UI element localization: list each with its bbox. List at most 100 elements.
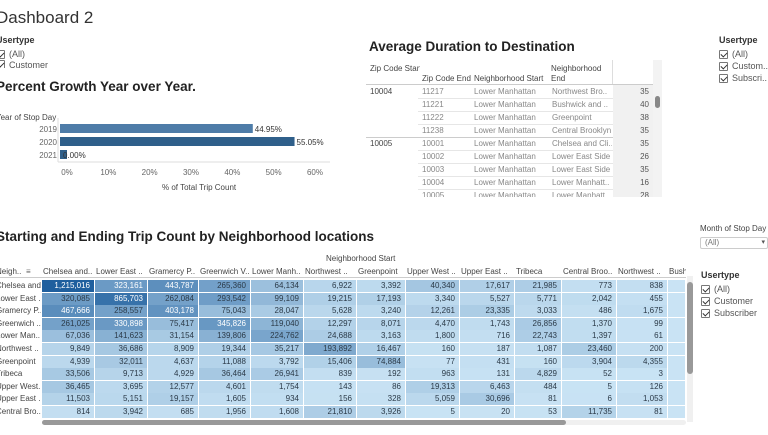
horizontal-scrollbar[interactable] <box>42 420 686 425</box>
heatmap-cell <box>668 355 685 368</box>
heatmap-cell: 3,695 <box>95 380 147 393</box>
heatmap-column-header: Upper East .. <box>461 267 508 276</box>
heatmap-cell <box>668 380 685 393</box>
usertype-filter-bottom: Usertype (All) Customer Subscriber <box>701 270 757 319</box>
heatmap-cell: 9,849 <box>42 343 94 355</box>
checkbox-icon[interactable] <box>701 284 710 294</box>
month-select[interactable]: (All) ▾ <box>700 237 768 249</box>
filter-option-customer[interactable]: Customer <box>0 60 48 68</box>
month-filter: Month of Stop Day (All) ▾ <box>700 224 768 249</box>
heatmap-cell: 19,344 <box>199 343 250 355</box>
bar-value-label: 0.00% <box>63 151 86 160</box>
heatmap-cell: 1,956 <box>199 406 250 418</box>
heatmap-cell <box>668 317 685 330</box>
heatmap-cell: 2,042 <box>562 292 616 305</box>
heatmap-column-header: Lower Manh.. <box>252 267 301 276</box>
filter-option-all[interactable]: (All) <box>701 283 757 295</box>
heatmap-title: Starting and Ending Trip Count by Neighb… <box>0 229 374 244</box>
scrollbar-thumb[interactable] <box>687 282 693 374</box>
heatmap-cell: 20 <box>460 406 514 418</box>
header-zip-start: Zip Code Start <box>370 64 420 73</box>
checkbox-icon[interactable] <box>719 73 728 83</box>
heatmap-cell: 24,688 <box>304 330 356 343</box>
heatmap-cell <box>668 280 685 292</box>
heatmap-row-label: Gramercy P.. <box>0 306 41 316</box>
heatmap-cell: 200 <box>617 343 667 355</box>
filter-option-all[interactable]: (All) <box>0 48 48 60</box>
heatmap-cell: 187 <box>460 343 514 355</box>
heatmap-column-header: Upper West .. <box>407 267 456 276</box>
heatmap-cell: 99 <box>617 317 667 330</box>
growth-bar <box>60 124 253 133</box>
heatmap-row-label: Upper West.. <box>0 381 41 391</box>
checkbox-icon[interactable] <box>0 60 5 68</box>
neighborhood-end-cell: Bushwick and .. <box>552 100 609 109</box>
sort-icon[interactable]: ≡ <box>26 267 31 276</box>
heatmap-cell: 12,261 <box>406 305 459 318</box>
heatmap-cell: 6 <box>562 393 616 406</box>
heatmap-row-label: Lower Man.. <box>0 331 41 341</box>
neighborhood-start-cell: Lower Manhattan <box>474 113 536 122</box>
filter-option-subscriber[interactable]: Subscri.. <box>719 72 768 84</box>
heatmap-cell: 3,033 <box>515 305 561 318</box>
heatmap-cell: 36,465 <box>42 380 94 393</box>
heatmap-cell: 838 <box>617 280 667 292</box>
checkbox-icon[interactable] <box>701 296 710 306</box>
bar-value-label: 55.05% <box>297 138 324 147</box>
heatmap-cell: 61 <box>617 330 667 343</box>
heatmap-cell: 11,735 <box>562 406 616 418</box>
avg-duration-cell: 35 <box>613 163 653 176</box>
filter-title: Usertype <box>719 35 758 45</box>
heatmap-cell: 23,460 <box>562 343 616 355</box>
heatmap-cell: 1,215,016 <box>42 280 94 292</box>
vertical-scrollbar[interactable] <box>687 276 693 422</box>
table-row: 10004 Lower Manhattan Lower Manhatt.. 16 <box>366 176 654 189</box>
heatmap-cell: 28,047 <box>251 305 303 318</box>
heatmap-cell: 33,506 <box>42 368 94 381</box>
heatmap-cell: 40,340 <box>406 280 459 292</box>
scrollbar-thumb[interactable] <box>655 96 660 108</box>
month-filter-title: Month of Stop Day <box>700 224 767 233</box>
heatmap-cell: 486 <box>562 305 616 318</box>
filter-option-customer[interactable]: Customer <box>701 295 757 307</box>
heatmap-cell: 1,605 <box>199 393 250 406</box>
heatmap-cell: 431 <box>460 355 514 368</box>
heatmap-cell: 52 <box>562 368 616 381</box>
neighborhood-start-cell: Lower Manhattan <box>474 165 536 174</box>
heatmap-cell: 3,392 <box>357 280 405 292</box>
heatmap-column-header: Northwest .. <box>305 267 348 276</box>
checkbox-icon[interactable] <box>719 49 728 59</box>
filter-option-subscriber[interactable]: Subscriber <box>701 307 757 319</box>
checkbox-icon[interactable] <box>701 308 710 318</box>
heatmap-cell: 141,623 <box>95 330 147 343</box>
heatmap-cell: 1,754 <box>251 380 303 393</box>
heatmap-cell: 261,025 <box>42 317 94 330</box>
chevron-down-icon[interactable]: ▾ <box>761 238 765 248</box>
heatmap-cell: 865,703 <box>95 292 147 305</box>
vertical-scrollbar[interactable] <box>653 60 662 197</box>
x-tick-label: 0% <box>61 168 73 177</box>
heatmap-cell: 443,787 <box>148 280 198 292</box>
heatmap-cell: 5,151 <box>95 393 147 406</box>
filter-option-all[interactable]: (All) <box>719 48 768 60</box>
header-zip-end: Zip Code End <box>422 74 471 83</box>
filter-option-customer[interactable]: Custom.. <box>719 60 768 72</box>
x-tick-label: 40% <box>224 168 240 177</box>
table-row: 10004 11217 Lower Manhattan Northwest Bro..… <box>366 85 654 98</box>
growth-chart-xlabel: % of Total Trip Count <box>162 183 237 192</box>
table-row: 11221 Lower Manhattan Bushwick and .. 40 <box>366 98 654 111</box>
heatmap-cell: 143 <box>304 380 356 393</box>
filter-title: Usertype <box>701 270 740 280</box>
scrollbar-thumb[interactable] <box>42 420 566 425</box>
heatmap-cell: 258,557 <box>95 305 147 318</box>
heatmap-row-label: Central Bro.. <box>0 407 41 416</box>
heatmap-cell: 77 <box>406 355 459 368</box>
heatmap-cell: 21,810 <box>304 406 356 418</box>
heatmap-cell: 12,577 <box>148 380 198 393</box>
checkbox-icon[interactable] <box>719 61 728 71</box>
checkbox-icon[interactable] <box>0 49 5 59</box>
heatmap-cell: 6,463 <box>460 380 514 393</box>
heatmap-cell: 323,161 <box>95 280 147 292</box>
heatmap-cell: 3,163 <box>357 330 405 343</box>
heatmap-cell: 53 <box>515 406 561 418</box>
